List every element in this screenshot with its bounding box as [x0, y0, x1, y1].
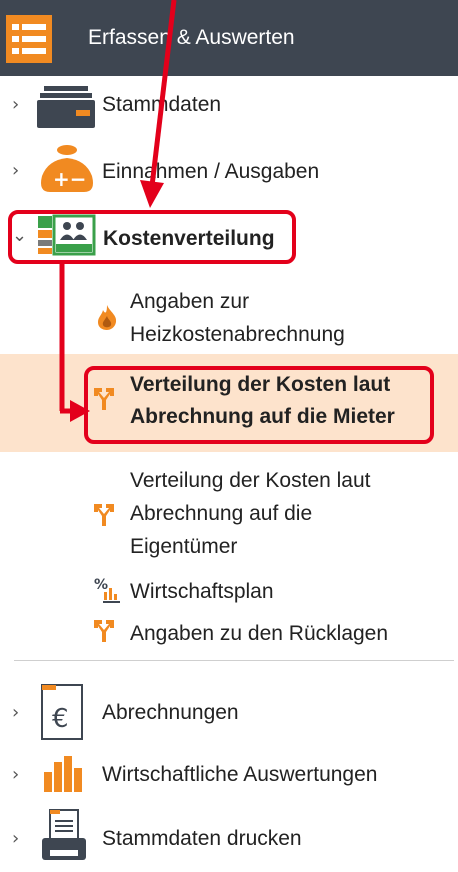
annotation-arrows — [59, 0, 177, 422]
